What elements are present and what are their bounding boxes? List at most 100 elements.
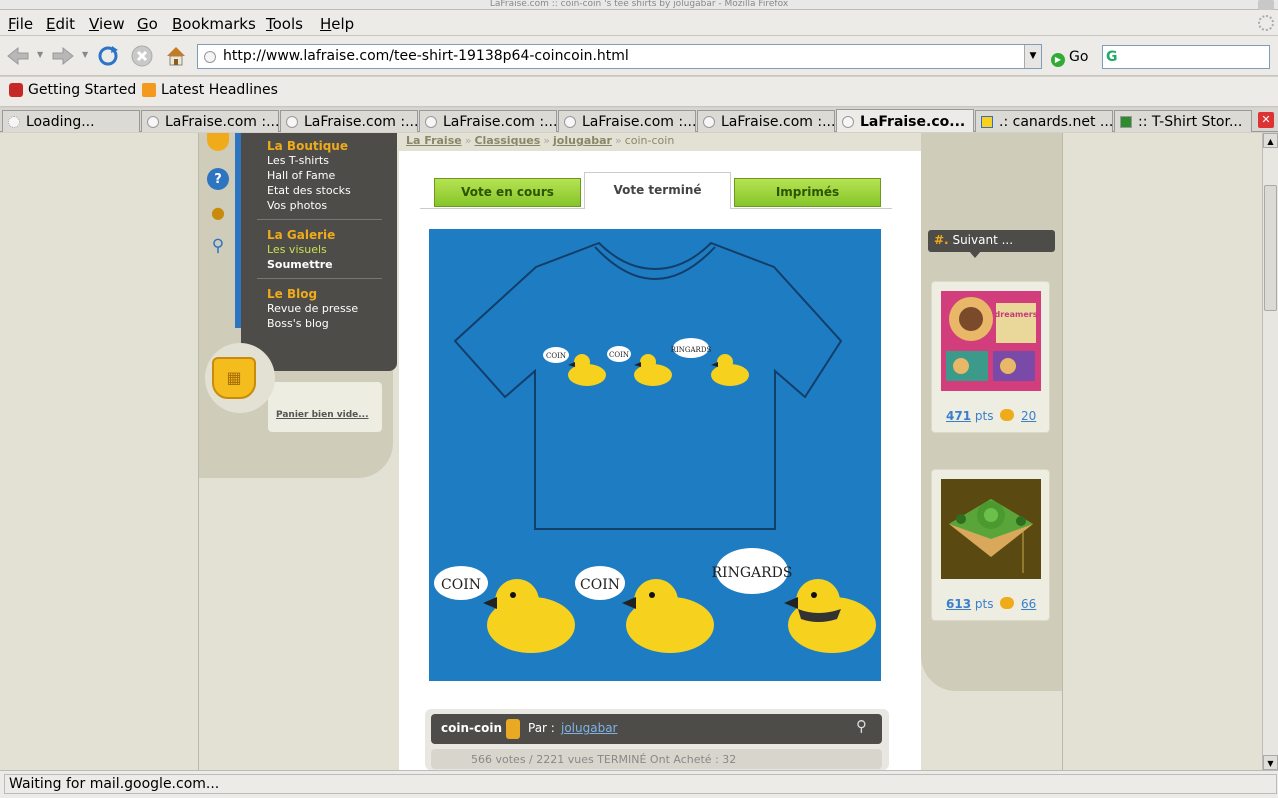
- speech-coin-small-1: COIN: [546, 352, 566, 360]
- menu-go[interactable]: Go: [137, 15, 158, 33]
- page-viewport: ? ● ⚲ La Boutique Les T-shirts Hall of F…: [0, 133, 1262, 770]
- speech-coin-large-1: COIN: [441, 577, 481, 593]
- next-design-thumbnail[interactable]: [941, 479, 1041, 579]
- menu-view[interactable]: View: [89, 15, 125, 33]
- menu-item-photos[interactable]: Vos photos: [267, 199, 327, 212]
- tab-favicon-icon: [286, 116, 298, 128]
- menu-item-visuels[interactable]: Les visuels: [267, 243, 327, 256]
- stop-button[interactable]: [128, 42, 156, 70]
- points-value[interactable]: 613: [946, 597, 971, 611]
- google-search-icon[interactable]: G: [1106, 49, 1118, 65]
- breadcrumb-author[interactable]: jolugabar: [553, 134, 612, 147]
- scrollbar-thumb[interactable]: [1264, 185, 1277, 311]
- tab-1[interactable]: LaFraise.com :...: [141, 110, 279, 132]
- basket-icon: ▦: [212, 357, 256, 399]
- next-hash: #.: [934, 233, 949, 247]
- zoom-icon[interactable]: ⚲: [856, 717, 876, 737]
- comment-count[interactable]: 66: [1021, 597, 1036, 611]
- tab-imprimes[interactable]: Imprimés: [734, 178, 881, 207]
- tab-2[interactable]: LaFraise.com :...: [280, 110, 418, 132]
- back-button[interactable]: [4, 42, 32, 70]
- breadcrumb-home[interactable]: La Fraise: [406, 134, 462, 147]
- author-link[interactable]: jolugabar: [561, 721, 618, 735]
- speech-coin-small-2: COIN: [609, 351, 629, 359]
- window-controls[interactable]: [1258, 0, 1274, 10]
- menu-file[interactable]: File: [8, 15, 33, 33]
- points-label: 471 pts: [946, 409, 994, 423]
- by-label: Par :: [528, 721, 555, 735]
- reload-button[interactable]: [94, 42, 122, 70]
- menu-item-tshirts[interactable]: Les T-shirts: [267, 154, 329, 167]
- next-design-card[interactable]: dreamers 471 pts 20: [931, 281, 1050, 433]
- menu-item-stocks[interactable]: Etat des stocks: [267, 184, 351, 197]
- menu-heading-boutique[interactable]: La Boutique: [267, 139, 348, 153]
- cart-link[interactable]: Panier bien vide...: [276, 410, 369, 420]
- coins-icon[interactable]: ●: [207, 201, 229, 223]
- navigation-toolbar: ▼ ▼ http://www.lafraise.com/tee-shirt-19…: [0, 36, 1278, 76]
- menu-item-hall-of-fame[interactable]: Hall of Fame: [267, 169, 335, 182]
- jar-icon: [506, 719, 520, 739]
- next-design-thumbnail[interactable]: dreamers: [941, 291, 1041, 391]
- points-value[interactable]: 471: [946, 409, 971, 423]
- bookmarks-toolbar: Getting Started Latest Headlines: [0, 77, 1278, 107]
- breadcrumb-current: coin-coin: [624, 134, 675, 147]
- search-icon[interactable]: ⚲: [207, 235, 229, 257]
- menu-heading-galerie[interactable]: La Galerie: [267, 228, 335, 242]
- tab-vote-en-cours[interactable]: Vote en cours: [434, 178, 581, 207]
- menu-help[interactable]: Help: [320, 15, 354, 33]
- breadcrumb-category[interactable]: Classiques: [474, 134, 540, 147]
- stop-icon: [131, 45, 153, 67]
- comment-bubble-icon: [1000, 597, 1014, 609]
- scroll-up-arrow-icon[interactable]: ▲: [1263, 133, 1278, 148]
- menu-divider: [257, 278, 382, 279]
- scroll-down-arrow-icon[interactable]: ▼: [1263, 755, 1278, 770]
- speech-coin-large-2: COIN: [580, 577, 620, 593]
- search-box[interactable]: G: [1102, 45, 1270, 69]
- site-menu: La Boutique Les T-shirts Hall of Fame Et…: [235, 133, 397, 371]
- window-title: LaFraise.com :: coin-coin 's tee shirts …: [489, 0, 789, 9]
- tab-strip: Loading... LaFraise.com :... LaFraise.co…: [0, 108, 1278, 132]
- back-history-dropdown[interactable]: ▼: [37, 50, 43, 59]
- menu-edit[interactable]: Edit: [46, 15, 75, 33]
- close-tab-icon[interactable]: ✕: [1258, 112, 1274, 128]
- menu-item-revue[interactable]: Revue de presse: [267, 302, 358, 315]
- design-stats-row: 566 votes / 2221 vues TERMINÉ Ont Acheté…: [431, 749, 882, 769]
- menu-item-soumettre[interactable]: Soumettre: [267, 258, 333, 271]
- help-icon[interactable]: ?: [207, 168, 229, 190]
- forward-button[interactable]: [49, 42, 77, 70]
- tab-5[interactable]: LaFraise.com :...: [697, 110, 835, 132]
- go-button[interactable]: ▶ Go: [1051, 49, 1088, 67]
- breadcrumb: La Fraise» Classiques» jolugabar» coin-coin: [406, 134, 675, 147]
- design-info-bar: coin-coin Par : jolugabar ⚲: [431, 714, 882, 744]
- go-arrow-icon: ▶: [1051, 53, 1065, 67]
- home-button[interactable]: [162, 42, 190, 70]
- next-design-card[interactable]: 613 pts 66: [931, 469, 1050, 621]
- tshirt-design-image[interactable]: COIN COIN RINGARDS COIN COIN RINGARDS: [429, 229, 881, 681]
- url-text[interactable]: http://www.lafraise.com/tee-shirt-19138p…: [223, 48, 629, 64]
- tab-3[interactable]: LaFraise.com :...: [419, 110, 557, 132]
- menu-heading-blog[interactable]: Le Blog: [267, 287, 317, 301]
- menu-bookmarks[interactable]: Bookmarks: [172, 15, 256, 33]
- tab-6-active[interactable]: LaFraise.co...: [836, 109, 974, 132]
- back-arrow-icon: [7, 46, 29, 66]
- bookmark-latest-headlines[interactable]: Latest Headlines: [142, 82, 278, 98]
- comment-count[interactable]: 20: [1021, 409, 1036, 423]
- tab-7[interactable]: .: canards.net ...: [975, 110, 1113, 132]
- forward-arrow-icon: [52, 46, 74, 66]
- tab-vote-termine[interactable]: Vote terminé: [584, 172, 731, 209]
- forward-history-dropdown[interactable]: ▼: [82, 50, 88, 59]
- vertical-scrollbar[interactable]: ▲ ▼: [1262, 133, 1278, 770]
- tab-0[interactable]: Loading...: [2, 110, 140, 132]
- status-text: Waiting for mail.google.com...: [4, 774, 1277, 794]
- next-designs-header[interactable]: #. Suivant ...: [928, 230, 1055, 258]
- pointer-triangle: [969, 251, 981, 258]
- url-history-dropdown[interactable]: ▼: [1024, 45, 1041, 68]
- url-bar[interactable]: http://www.lafraise.com/tee-shirt-19138p…: [197, 44, 1042, 69]
- tab-4[interactable]: LaFraise.com :...: [558, 110, 696, 132]
- cart-basket[interactable]: ▦: [205, 343, 275, 413]
- bookmark-getting-started[interactable]: Getting Started: [9, 82, 136, 98]
- menu-tools[interactable]: Tools: [266, 15, 303, 33]
- tab-8[interactable]: :: T-Shirt Stor...: [1114, 110, 1252, 132]
- dreamers-art-text: dreamers: [995, 310, 1038, 319]
- menu-item-boss-blog[interactable]: Boss's blog: [267, 317, 329, 330]
